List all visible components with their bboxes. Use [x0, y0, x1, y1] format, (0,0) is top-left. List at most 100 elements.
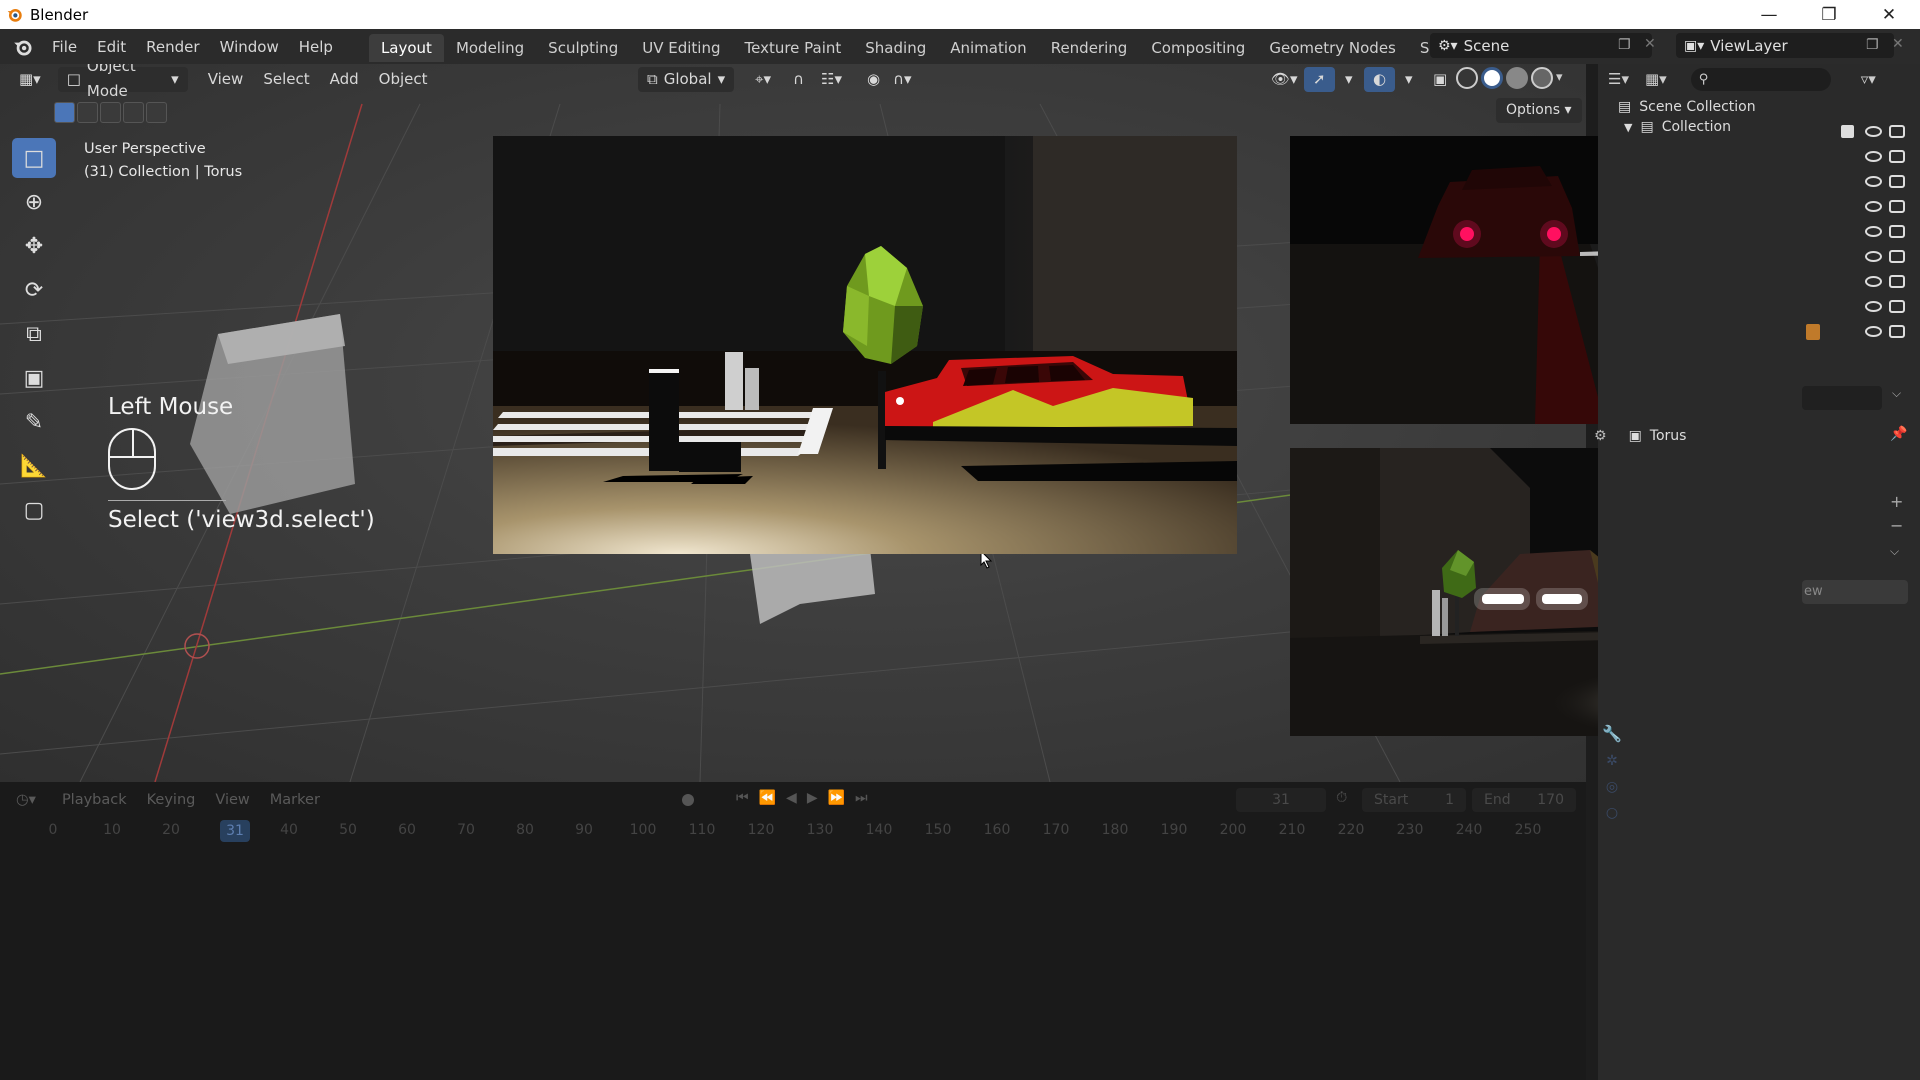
jump-end-icon[interactable]: ⏭ — [855, 790, 868, 806]
view-layer-selector[interactable]: ▣▾ ViewLayer — [1676, 33, 1894, 58]
rotate-tool-icon[interactable]: ⟳ — [12, 270, 56, 310]
tab-animation[interactable]: Animation — [938, 34, 1038, 62]
render-camera-icon[interactable] — [1889, 125, 1905, 138]
delete-view-layer-icon[interactable]: ✕ — [1892, 36, 1904, 52]
visibility-eye-icon[interactable] — [1865, 301, 1882, 312]
transform-orientation[interactable]: ⧉ Global ▾ — [638, 66, 734, 92]
pivot-point-button[interactable]: ⌖▾ — [746, 67, 780, 92]
gizmo-dropdown[interactable]: ▾ — [1336, 67, 1362, 92]
remove-slot-icon[interactable]: − — [1890, 516, 1903, 535]
tab-shading[interactable]: Shading — [853, 34, 938, 62]
display-mode-icon[interactable]: ▦▾ — [1645, 70, 1667, 88]
tab-layout[interactable]: Layout — [368, 33, 444, 62]
modifier-icon[interactable]: 🔧 — [1598, 724, 1626, 743]
menu-help[interactable]: Help — [289, 33, 343, 61]
stopwatch-icon[interactable]: ⏱ — [1336, 790, 1347, 806]
visibility-eye-icon[interactable] — [1865, 176, 1882, 187]
render-camera-icon[interactable] — [1889, 300, 1905, 313]
timeline-menu-playback[interactable]: Playback — [52, 786, 137, 814]
chevron-down-icon[interactable]: ▾ — [1556, 67, 1563, 89]
delete-scene-icon[interactable]: ✕ — [1644, 36, 1656, 52]
current-frame-field[interactable]: 31 — [1236, 788, 1326, 812]
play-reverse-icon[interactable]: ◀ — [786, 790, 797, 806]
tab-modeling[interactable]: Modeling — [444, 34, 536, 62]
particles-icon[interactable]: ✲ — [1598, 753, 1626, 769]
render-camera-icon[interactable] — [1889, 175, 1905, 188]
visibility-eye-icon[interactable] — [1865, 201, 1882, 212]
timeline-menu-view[interactable]: View — [205, 786, 259, 814]
select-extend-icon[interactable] — [77, 102, 98, 123]
viewport-menu-add[interactable]: Add — [320, 65, 369, 93]
snap-target-button[interactable]: ☷▾ — [812, 67, 851, 92]
timeline-menu-keying[interactable]: Keying — [137, 786, 206, 814]
end-frame-field[interactable]: End 170 — [1472, 788, 1576, 812]
menu-edit[interactable]: Edit — [87, 33, 136, 61]
select-box-tool-icon[interactable]: □ — [12, 138, 56, 178]
tab-uv-editing[interactable]: UV Editing — [630, 34, 732, 62]
render-camera-icon[interactable] — [1889, 150, 1905, 163]
render-camera-icon[interactable] — [1889, 275, 1905, 288]
minimize-icon[interactable]: — — [1740, 0, 1798, 29]
render-camera-icon[interactable] — [1889, 325, 1905, 338]
select-subtract-icon[interactable] — [100, 102, 121, 123]
select-invert-icon[interactable] — [123, 102, 144, 123]
tab-geometry-nodes[interactable]: Geometry Nodes — [1257, 34, 1408, 62]
measure-tool-icon[interactable]: 📐 — [12, 446, 56, 486]
mode-selector[interactable]: □ Object Mode ▾ — [57, 64, 188, 100]
visibility-eye-icon[interactable] — [1865, 226, 1882, 237]
viewport-menu-view[interactable]: View — [198, 65, 254, 93]
cursor-tool-icon[interactable]: ⊕ — [12, 182, 56, 222]
outliner-scene-collection[interactable]: ▤ Scene Collection — [1598, 94, 1920, 119]
scale-tool-icon[interactable]: ⧉ — [12, 314, 56, 354]
timeline-editor-icon[interactable]: ◷▾ — [16, 792, 36, 808]
wireframe-shading-icon[interactable] — [1456, 67, 1478, 89]
transform-tool-icon[interactable]: ▣ — [12, 358, 56, 398]
visibility-eye-icon[interactable] — [1865, 251, 1882, 262]
add-slot-icon[interactable]: + — [1890, 492, 1903, 511]
solid-shading-icon[interactable] — [1481, 67, 1503, 89]
properties-field[interactable]: ew — [1802, 580, 1908, 604]
start-frame-field[interactable]: Start 1 — [1362, 788, 1466, 812]
menu-render[interactable]: Render — [136, 33, 209, 61]
properties-field-top[interactable] — [1802, 386, 1882, 410]
constraints-icon[interactable]: ○ — [1598, 805, 1626, 821]
render-camera-icon[interactable] — [1889, 200, 1905, 213]
record-icon[interactable] — [682, 794, 694, 806]
visibility-button[interactable]: 👁▾ — [1262, 67, 1307, 92]
gizmo-toggle[interactable]: ➚ — [1304, 66, 1335, 92]
visibility-eye-icon[interactable] — [1865, 126, 1882, 137]
falloff-button[interactable]: ∩▾ — [884, 67, 921, 92]
editor-type-button[interactable]: ▦▾ — [10, 67, 50, 92]
playhead-frame-indicator[interactable]: 31 — [220, 820, 250, 842]
outliner-editor-icon[interactable]: ☰▾ — [1608, 70, 1629, 88]
xray-toggle[interactable]: ▣ — [1424, 67, 1456, 92]
options-dropdown[interactable]: Options ▾ — [1496, 98, 1582, 123]
select-new-icon[interactable] — [54, 102, 75, 123]
viewport-menu-object[interactable]: Object — [369, 65, 438, 93]
slot-menu-icon[interactable]: ⌵ — [1890, 544, 1899, 559]
visibility-eye-icon[interactable] — [1865, 326, 1882, 337]
move-tool-icon[interactable]: ✥ — [12, 226, 56, 266]
new-view-layer-icon[interactable]: ❐ — [1866, 37, 1879, 53]
physics-icon[interactable]: ◎ — [1598, 779, 1626, 795]
tab-sculpting[interactable]: Sculpting — [536, 34, 630, 62]
new-scene-icon[interactable]: ❐ — [1618, 37, 1631, 53]
next-keyframe-icon[interactable]: ⏩ — [828, 790, 845, 806]
annotate-tool-icon[interactable]: ✎ — [12, 402, 56, 442]
outliner-search-input[interactable]: ⚲ — [1690, 67, 1831, 91]
close-icon[interactable]: ✕ — [1860, 0, 1918, 29]
overlay-dropdown[interactable]: ▾ — [1396, 67, 1422, 92]
jump-start-icon[interactable]: ⏮ — [736, 790, 749, 806]
tool-settings-icon[interactable]: ⚙ — [1594, 428, 1607, 444]
visibility-eye-icon[interactable] — [1865, 151, 1882, 162]
restore-icon[interactable]: ❐ — [1800, 0, 1858, 29]
blender-menu-icon[interactable] — [12, 36, 34, 58]
rendered-shading-icon[interactable] — [1531, 67, 1553, 89]
pin-icon[interactable]: 📌 — [1890, 426, 1907, 442]
add-cube-tool-icon[interactable]: ▢ — [12, 490, 56, 530]
tab-compositing[interactable]: Compositing — [1139, 34, 1257, 62]
tab-rendering[interactable]: Rendering — [1039, 34, 1140, 62]
snap-toggle[interactable]: ∩ — [784, 67, 813, 92]
select-intersect-icon[interactable] — [146, 102, 167, 123]
menu-window[interactable]: Window — [210, 33, 289, 61]
